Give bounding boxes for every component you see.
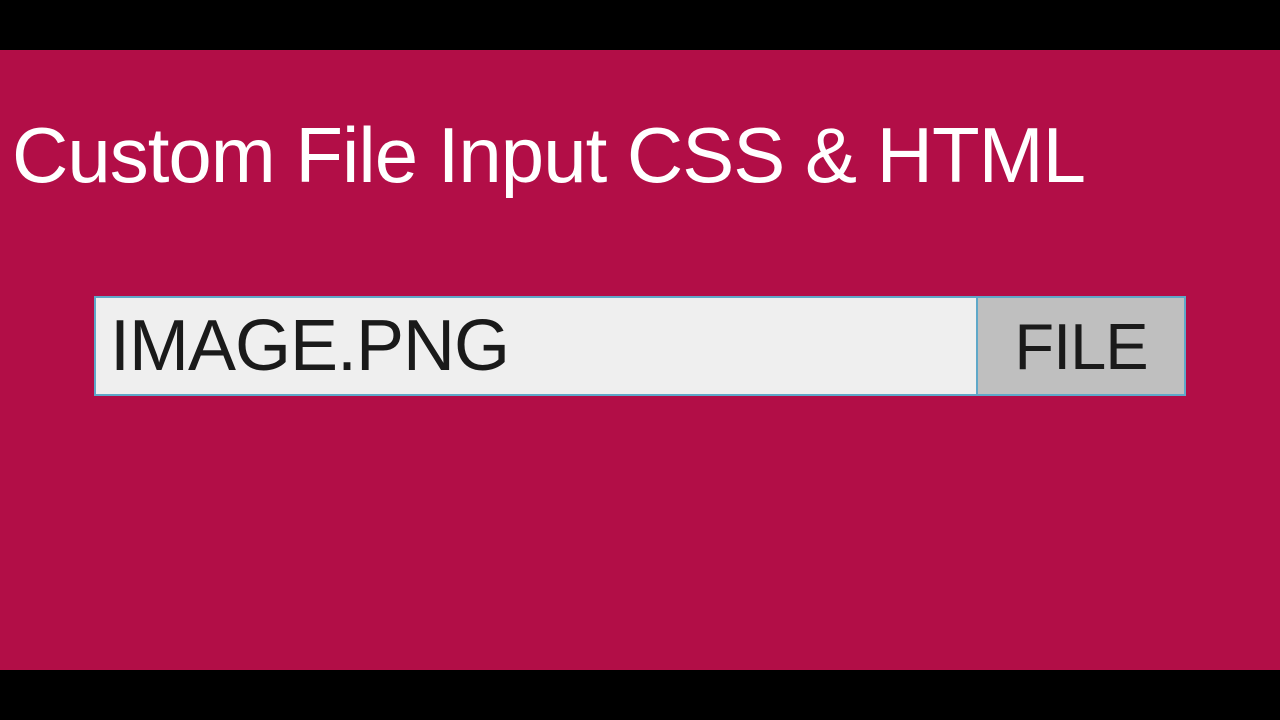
letterbox-bottom xyxy=(0,670,1280,720)
letterbox-top xyxy=(0,0,1280,50)
file-name-display[interactable]: IMAGE.PNG xyxy=(96,298,976,394)
page-title: Custom File Input CSS & HTML xyxy=(0,110,1280,201)
file-browse-button[interactable]: FILE xyxy=(976,298,1184,394)
main-content-area: Custom File Input CSS & HTML IMAGE.PNG F… xyxy=(0,50,1280,670)
file-input-container: IMAGE.PNG FILE xyxy=(94,296,1186,396)
